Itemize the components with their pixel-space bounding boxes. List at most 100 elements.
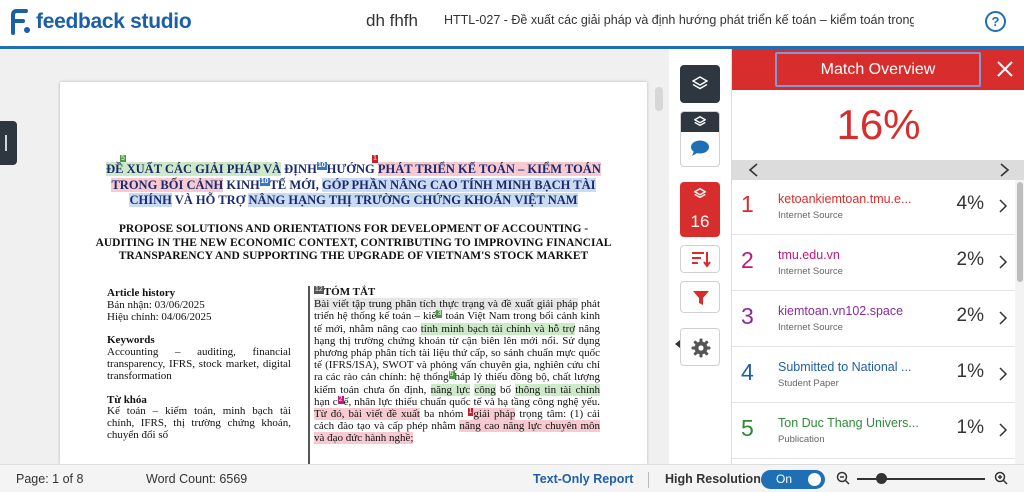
- match-source[interactable]: Submitted to National ...: [778, 360, 928, 374]
- high-resolution-label: High Resolution: [665, 472, 761, 486]
- help-button[interactable]: ?: [985, 11, 1006, 32]
- match-type: Internet Source: [778, 210, 843, 221]
- match-type: Publication: [778, 434, 825, 445]
- document-page[interactable]: 5 1 Đề xuất các giải pháp và định10hướng…: [60, 82, 647, 464]
- highlight-green[interactable]: thông tin tài chính: [515, 383, 601, 396]
- user-name: dh fhfh: [366, 11, 418, 30]
- highlight-blue[interactable]: góp phần nâng cao tính minh bạch tài: [322, 177, 596, 192]
- highlight-grey[interactable]: Bài viết tập trung phân tích thực trạng …: [314, 298, 578, 311]
- match-row[interactable]: 2 tmu.edu.vn Internet Source 2%: [732, 236, 1015, 291]
- layers-icon: [692, 76, 708, 90]
- match-type: Internet Source: [778, 322, 843, 333]
- match-number: 3: [741, 303, 754, 329]
- highlight-blue[interactable]: chính: [129, 193, 172, 207]
- scrollbar-thumb[interactable]: [1017, 182, 1023, 282]
- abstract: 12TÓM TẮT Bài viết tập trung phân tích t…: [308, 286, 601, 464]
- sort-button[interactable]: [680, 245, 720, 273]
- comments-layer-button[interactable]: [680, 111, 720, 167]
- filter-icon: [693, 291, 709, 305]
- brand-name: feedback studio: [36, 10, 192, 33]
- title-text: và hỗ trợ: [171, 193, 249, 207]
- title-text: hướng: [326, 162, 378, 176]
- highlight-red[interactable]: giải pháp: [473, 408, 516, 421]
- match-number: 1: [741, 191, 754, 217]
- chevron-right-icon[interactable]: [997, 163, 1011, 177]
- document-scrollbar[interactable]: [655, 87, 663, 111]
- match-row[interactable]: 3 kiemtoan.vn102.space Internet Source 2…: [732, 292, 1015, 347]
- drag-handle-icon: [5, 135, 7, 151]
- match-list-scrollbar[interactable]: [1015, 180, 1024, 464]
- layers-button[interactable]: [680, 65, 720, 103]
- side-drawer-handle[interactable]: [0, 121, 17, 165]
- zoom-slider-thumb[interactable]: [876, 473, 887, 484]
- match-pager: [732, 160, 1024, 180]
- zoom-out-icon[interactable]: [836, 471, 850, 485]
- match-marker[interactable]: 12: [314, 286, 324, 294]
- match-percent: 2%: [956, 249, 984, 270]
- match-row[interactable]: 4 Submitted to National ... Student Pape…: [732, 348, 1015, 403]
- match-type: Internet Source: [778, 266, 843, 277]
- abstract-text: hạn c: [314, 395, 338, 408]
- match-percent: 1%: [956, 417, 984, 438]
- match-overview-button[interactable]: 16: [680, 182, 720, 237]
- keywords-text: Accounting – auditing, financial transpa…: [107, 346, 291, 382]
- page-indicator: Page: 1 of 8: [16, 472, 84, 486]
- match-row[interactable]: 5 Ton Duc Thang Univers... Publication 1…: [732, 404, 1015, 459]
- panel-title[interactable]: Match Overview: [775, 52, 981, 87]
- highlight-green[interactable]: công: [474, 383, 496, 396]
- zoom-in-icon[interactable]: [994, 471, 1008, 485]
- layer-toolbar: 16: [669, 49, 731, 464]
- match-marker[interactable]: 10: [316, 162, 327, 170]
- highlight-green[interactable]: Đề xuất các giải pháp và: [106, 162, 282, 176]
- settings-button[interactable]: [680, 328, 720, 366]
- match-percent: 2%: [956, 305, 984, 326]
- brand-logo[interactable]: feedback studio: [10, 9, 192, 35]
- english-title: PROPOSE SOLUTIONS AND ORIENTATIONS FOR D…: [95, 223, 612, 262]
- match-source[interactable]: kiemtoan.vn102.space: [778, 304, 928, 318]
- article-history: Article history Bản nhận: 03/06/2025 Hiệ…: [107, 287, 291, 442]
- chevron-left-icon[interactable]: [747, 163, 761, 177]
- chevron-right-icon[interactable]: [998, 366, 1008, 382]
- match-source[interactable]: ketoankiemtoan.tmu.e...: [778, 192, 928, 206]
- match-number: 4: [741, 359, 754, 385]
- title-text: tế mới,: [269, 177, 322, 192]
- match-number: 5: [741, 415, 754, 441]
- document-title: HTTL-027 - Đề xuất các giải pháp và định…: [444, 13, 914, 27]
- match-list: 1 ketoankiemtoan.tmu.e... Internet Sourc…: [732, 180, 1015, 464]
- match-percent: 4%: [956, 193, 984, 214]
- vietnamese-title: Đề xuất các giải pháp và định10hướng phá…: [60, 162, 647, 209]
- match-source[interactable]: Ton Duc Thang Univers...: [778, 416, 928, 430]
- status-bar: Page: 1 of 8 Word Count: 6569 Text-Only …: [0, 464, 1024, 492]
- filter-button[interactable]: [680, 281, 720, 313]
- highlight-red[interactable]: phát triển kế toán – kiểm toán: [377, 162, 601, 176]
- highlight-red[interactable]: trong bối cảnh: [111, 177, 224, 192]
- close-icon[interactable]: [996, 60, 1014, 78]
- highlight-red[interactable]: Từ đó, bài viết đề xuất: [314, 408, 420, 421]
- match-source[interactable]: tmu.edu.vn: [778, 248, 928, 262]
- abstract-text: ế, nhân lực thiếu chuẩn quốc tế và hạ tầ…: [343, 395, 600, 408]
- title-text: kinh: [223, 177, 260, 192]
- chevron-right-icon[interactable]: [998, 254, 1008, 270]
- panel-header: Match Overview: [732, 49, 1024, 90]
- top-bar: feedback studio dh fhfh HTTL-027 - Đề xu…: [0, 0, 1024, 46]
- match-row[interactable]: 1 ketoankiemtoan.tmu.e... Internet Sourc…: [732, 180, 1015, 235]
- highlight-green[interactable]: tính minh bạch tài chính và hỗ trợ: [420, 322, 576, 335]
- chevron-right-icon[interactable]: [998, 198, 1008, 214]
- match-marker[interactable]: 10: [259, 177, 270, 186]
- abstract-heading: TÓM TẮT: [323, 286, 376, 298]
- title-text: định: [281, 162, 317, 176]
- highlight-blue[interactable]: nâng hạng thị trường chứng khoán Việt Na…: [248, 193, 578, 207]
- text-only-report-link[interactable]: Text-Only Report: [533, 472, 633, 486]
- revised-date: Hiệu chỉnh: 04/06/2025: [107, 310, 212, 323]
- match-type: Student Paper: [778, 378, 839, 389]
- match-layers-icon: [694, 188, 706, 199]
- high-resolution-toggle[interactable]: On: [761, 470, 825, 489]
- gear-icon: [691, 338, 711, 358]
- match-percent: 1%: [956, 361, 984, 382]
- chevron-right-icon[interactable]: [998, 422, 1008, 438]
- word-count: Word Count: 6569: [146, 472, 248, 486]
- abstract-text: ba nhóm: [419, 408, 468, 421]
- vi-keywords-text: Kế toán – kiểm toán, minh bạch tài chính…: [107, 405, 291, 441]
- highlight-green[interactable]: năng lực: [430, 383, 471, 396]
- chevron-right-icon[interactable]: [998, 310, 1008, 326]
